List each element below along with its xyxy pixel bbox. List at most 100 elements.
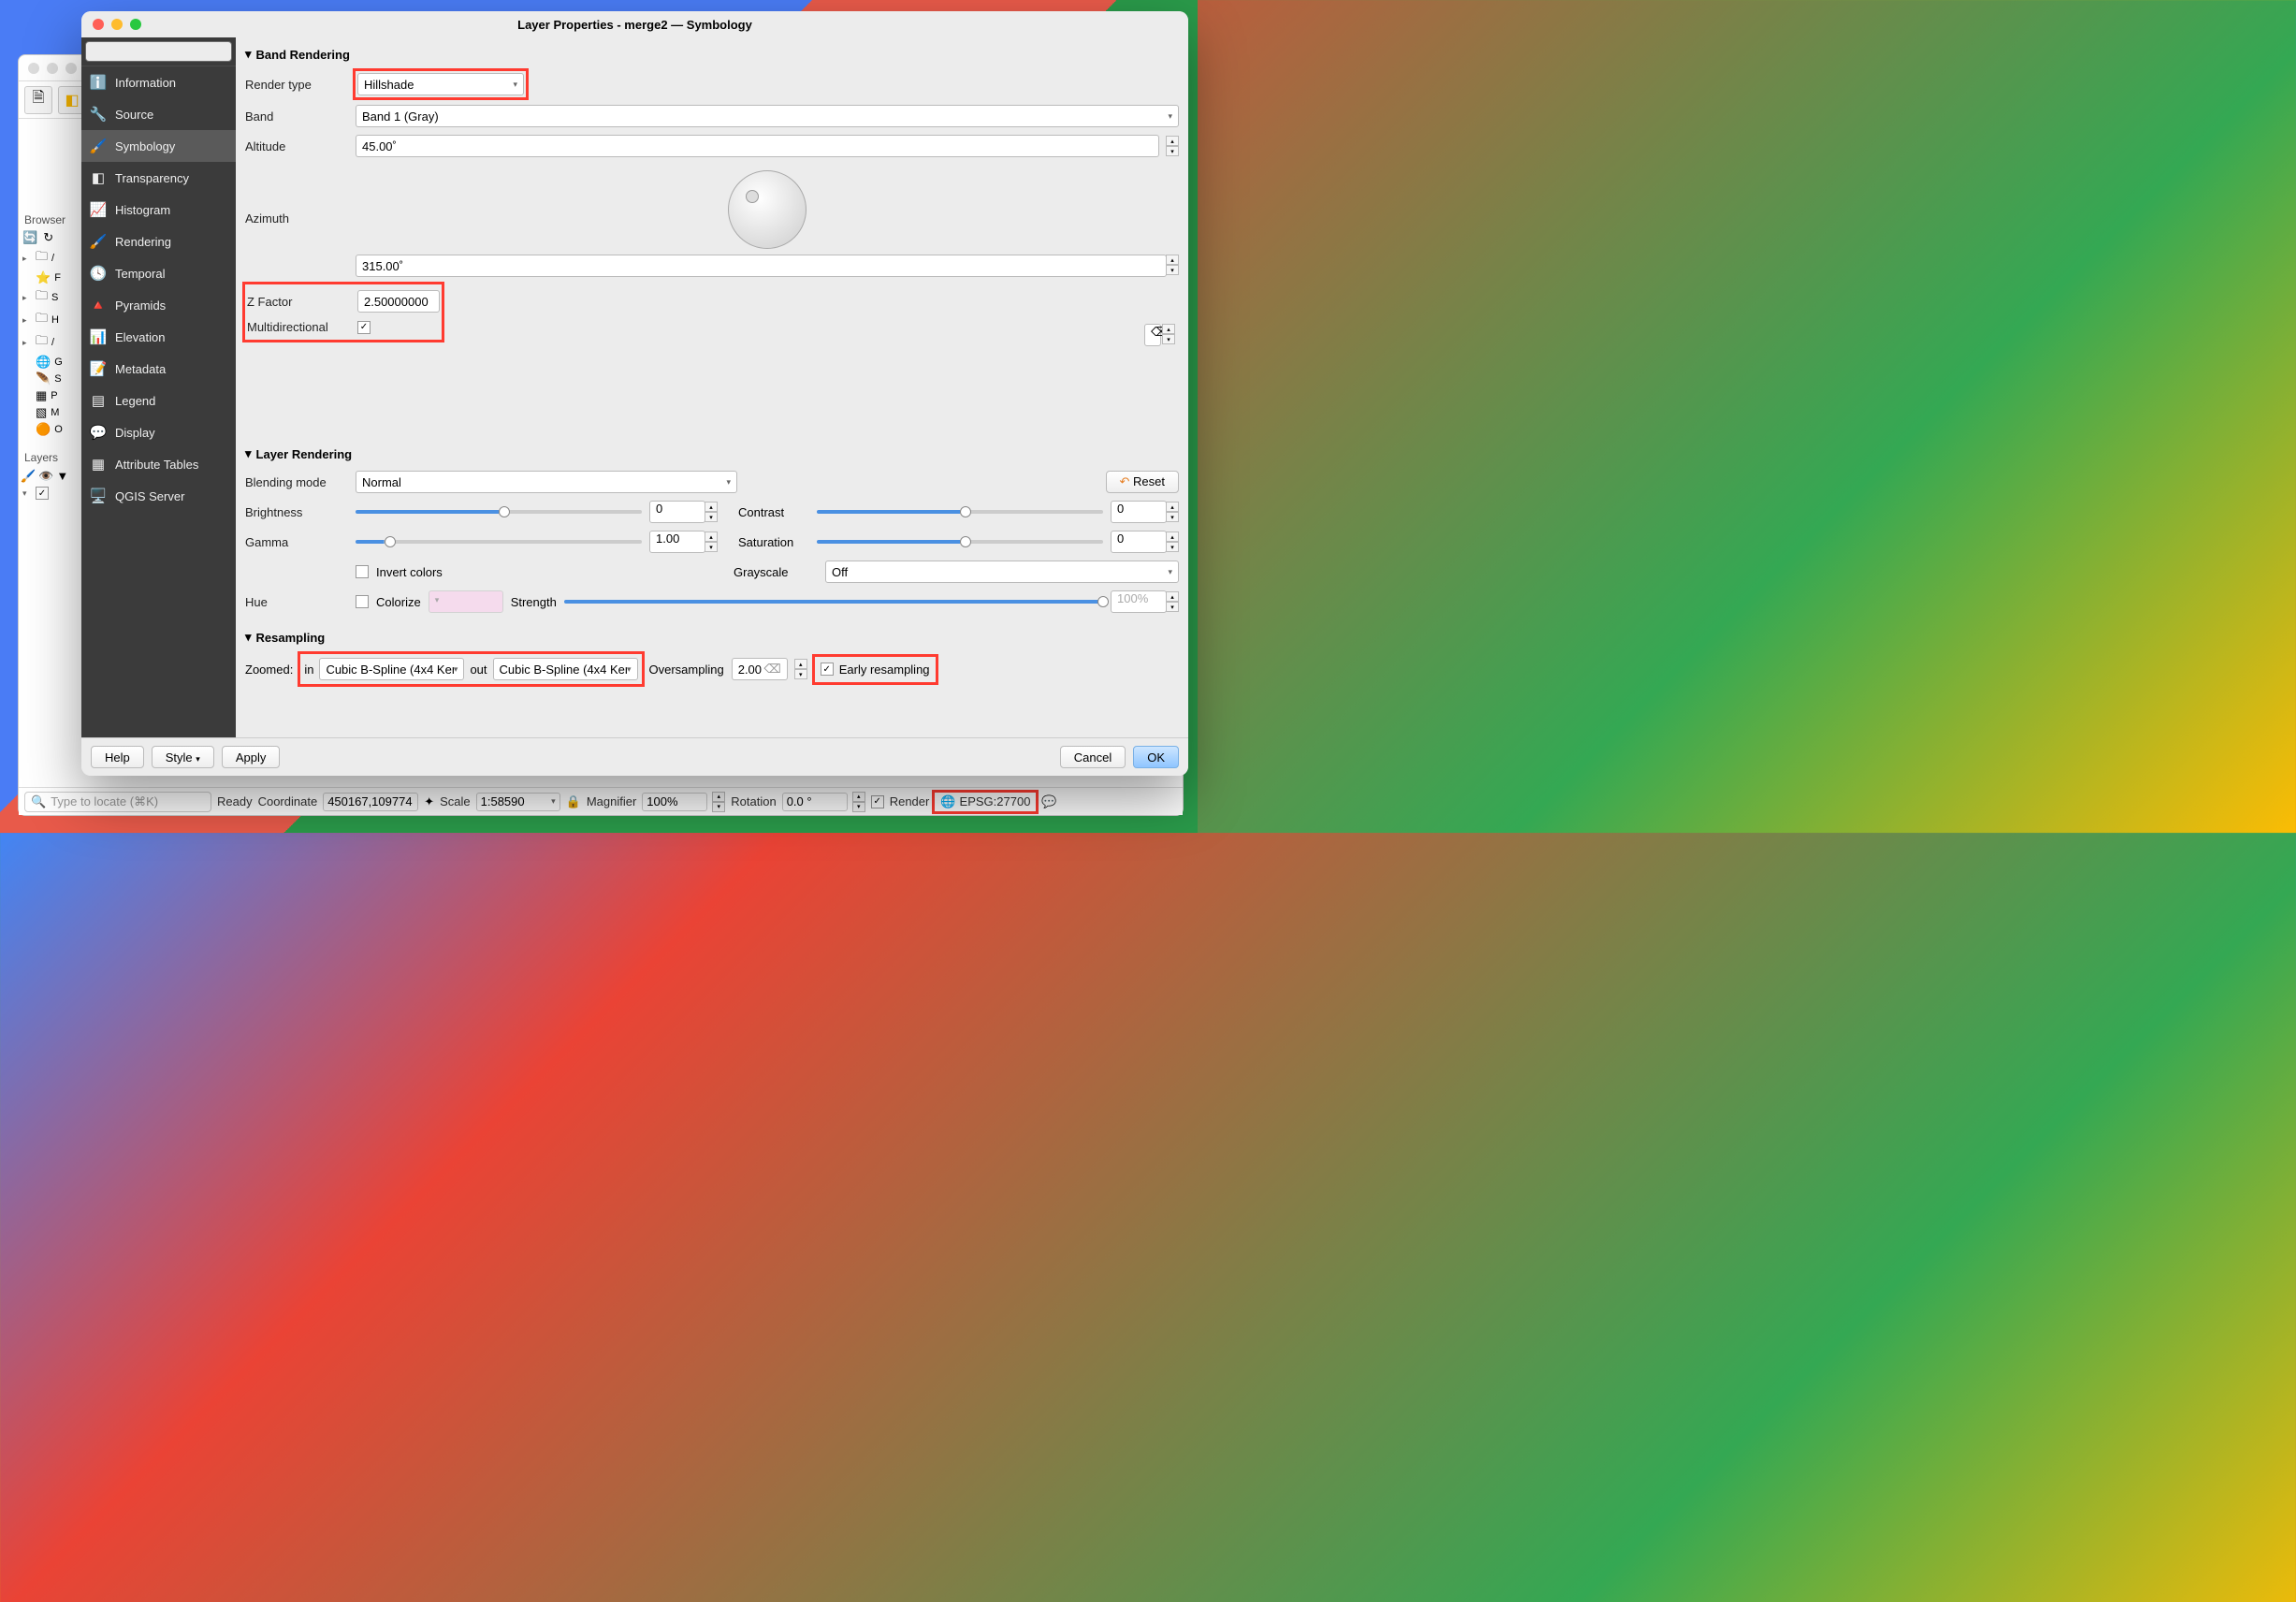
legend-icon: ▤ [89, 391, 108, 410]
zoomed-label: Zoomed: [245, 663, 293, 677]
zoomed-out-label: out [470, 663, 487, 677]
style-button[interactable]: Style ▾ [152, 746, 214, 768]
contrast-slider[interactable] [817, 510, 1103, 514]
early-resampling-label: Early resampling [839, 663, 930, 677]
brightness-slider[interactable] [356, 510, 642, 514]
render-type-label: Render type [245, 78, 348, 92]
sidebar-item-legend[interactable]: ▤Legend [81, 385, 236, 416]
saturation-slider[interactable] [817, 540, 1103, 544]
band-label: Band [245, 109, 348, 124]
messages-icon[interactable]: 💬 [1041, 794, 1056, 809]
contrast-label: Contrast [725, 505, 809, 519]
azimuth-dial[interactable] [728, 170, 807, 249]
invert-colors-checkbox[interactable] [356, 565, 369, 578]
layer-properties-dialog: Layer Properties - merge2 — Symbology ℹ️… [81, 11, 1188, 776]
saturation-label: Saturation [725, 535, 809, 549]
help-button[interactable]: Help [91, 746, 144, 768]
search-icon: 🔍 [31, 794, 46, 809]
lock-icon[interactable]: 🔒 [566, 794, 581, 809]
azimuth-input[interactable]: 315.00˚ [356, 255, 1167, 277]
grayscale-combo[interactable]: Off▾ [825, 561, 1179, 583]
zoomed-out-combo[interactable]: Cubic B-Spline (4x4 Kernel)▾ [493, 658, 638, 680]
sidebar-item-metadata[interactable]: 📝Metadata [81, 353, 236, 385]
gamma-slider[interactable] [356, 540, 642, 544]
contrast-input[interactable]: 0 [1111, 501, 1167, 523]
scale-combo[interactable]: 1:58590▾ [476, 793, 560, 811]
sidebar-item-temporal[interactable]: 🕓Temporal [81, 257, 236, 289]
grayscale-label: Grayscale [734, 565, 818, 579]
properties-sidebar: ℹ️Information🔧Source🖌️Symbology◧Transpar… [81, 37, 236, 737]
colorize-checkbox[interactable] [356, 595, 369, 608]
close-icon[interactable] [93, 19, 104, 30]
render-checkbox[interactable]: ✓ [871, 795, 884, 808]
altitude-label: Altitude [245, 139, 348, 153]
sidebar-item-symbology[interactable]: 🖌️Symbology [81, 130, 236, 162]
sidebar-item-elevation[interactable]: 📊Elevation [81, 321, 236, 353]
saturation-input[interactable]: 0 [1111, 531, 1167, 553]
apply-button[interactable]: Apply [222, 746, 281, 768]
information-icon: ℹ️ [89, 73, 108, 92]
band-combo[interactable]: Band 1 (Gray)▾ [356, 105, 1179, 127]
minimize-icon[interactable] [111, 19, 123, 30]
display-icon: 💬 [89, 423, 108, 442]
section-resampling[interactable]: ▾ Resampling [245, 624, 1179, 650]
dialog-title: Layer Properties - merge2 — Symbology [81, 18, 1188, 32]
strength-slider[interactable] [564, 600, 1103, 604]
dialog-titlebar: Layer Properties - merge2 — Symbology [81, 11, 1188, 37]
crs-icon[interactable]: 🌐 [940, 794, 955, 809]
extent-icon[interactable]: ✦ [424, 794, 434, 809]
disclosure-icon: ▾ [245, 47, 252, 62]
zfactor-label: Z Factor [247, 295, 350, 309]
sidebar-item-attribute-tables[interactable]: ▦Attribute Tables [81, 448, 236, 480]
locator-input[interactable]: 🔍 Type to locate (⌘K) [24, 792, 211, 812]
elevation-icon: 📊 [89, 328, 108, 346]
new-project-icon[interactable]: 🗎 [24, 86, 52, 114]
crs-label[interactable]: EPSG:27700 [960, 794, 1031, 808]
rendering-icon: 🖌️ [89, 232, 108, 251]
reset-button[interactable]: ↶ Reset [1106, 471, 1180, 493]
strength-label: Strength [511, 595, 557, 609]
sidebar-item-qgis-server[interactable]: 🖥️QGIS Server [81, 480, 236, 512]
ok-button[interactable]: OK [1133, 746, 1179, 768]
disclosure-icon: ▾ [245, 630, 252, 645]
transparency-icon: ◧ [89, 168, 108, 187]
status-bar: 🔍 Type to locate (⌘K) Ready Coordinate ✦… [19, 787, 1183, 815]
oversampling-label: Oversampling [649, 663, 724, 677]
early-resampling-checkbox[interactable]: ✓ [821, 663, 834, 676]
sidebar-item-pyramids[interactable]: 🔺Pyramids [81, 289, 236, 321]
colorize-label: Colorize [376, 595, 421, 609]
attribute tables-icon: ▦ [89, 455, 108, 473]
clear-icon[interactable]: ⌫ [1144, 324, 1161, 346]
section-layer-rendering[interactable]: ▾ Layer Rendering [245, 441, 1179, 467]
zfactor-input[interactable]: 2.50000000 [357, 290, 440, 313]
coordinate-input[interactable] [323, 793, 418, 811]
sidebar-item-transparency[interactable]: ◧Transparency [81, 162, 236, 194]
altitude-input[interactable]: 45.00˚ [356, 135, 1159, 157]
metadata-icon: 📝 [89, 359, 108, 378]
sidebar-item-display[interactable]: 💬Display [81, 416, 236, 448]
zoomed-in-combo[interactable]: Cubic B-Spline (4x4 Kernel)▾ [319, 658, 464, 680]
cancel-button[interactable]: Cancel [1060, 746, 1126, 768]
status-ready: Ready [217, 794, 253, 808]
sidebar-item-histogram[interactable]: 📈Histogram [81, 194, 236, 226]
sidebar-item-source[interactable]: 🔧Source [81, 98, 236, 130]
sidebar-item-rendering[interactable]: 🖌️Rendering [81, 226, 236, 257]
maximize-icon[interactable] [130, 19, 141, 30]
brightness-input[interactable]: 0 [649, 501, 705, 523]
sidebar-item-information[interactable]: ℹ️Information [81, 66, 236, 98]
magnifier-input[interactable]: 100% [642, 793, 707, 811]
gamma-input[interactable]: 1.00 [649, 531, 705, 553]
multidirectional-checkbox[interactable]: ✓ [357, 321, 371, 334]
blending-combo[interactable]: Normal▾ [356, 471, 737, 493]
rotation-input[interactable]: 0.0 ° [782, 793, 848, 811]
azimuth-label: Azimuth [245, 165, 348, 226]
colorize-color[interactable]: ▾ [429, 590, 503, 613]
qgis server-icon: 🖥️ [89, 487, 108, 505]
source-icon: 🔧 [89, 105, 108, 124]
sidebar-search-input[interactable] [85, 41, 232, 62]
render-type-combo[interactable]: Hillshade▾ [357, 73, 524, 95]
oversampling-input[interactable]: 2.00⌫ [732, 658, 788, 680]
blending-label: Blending mode [245, 475, 348, 489]
section-band-rendering[interactable]: ▾ Band Rendering [245, 41, 1179, 67]
brightness-label: Brightness [245, 505, 348, 519]
